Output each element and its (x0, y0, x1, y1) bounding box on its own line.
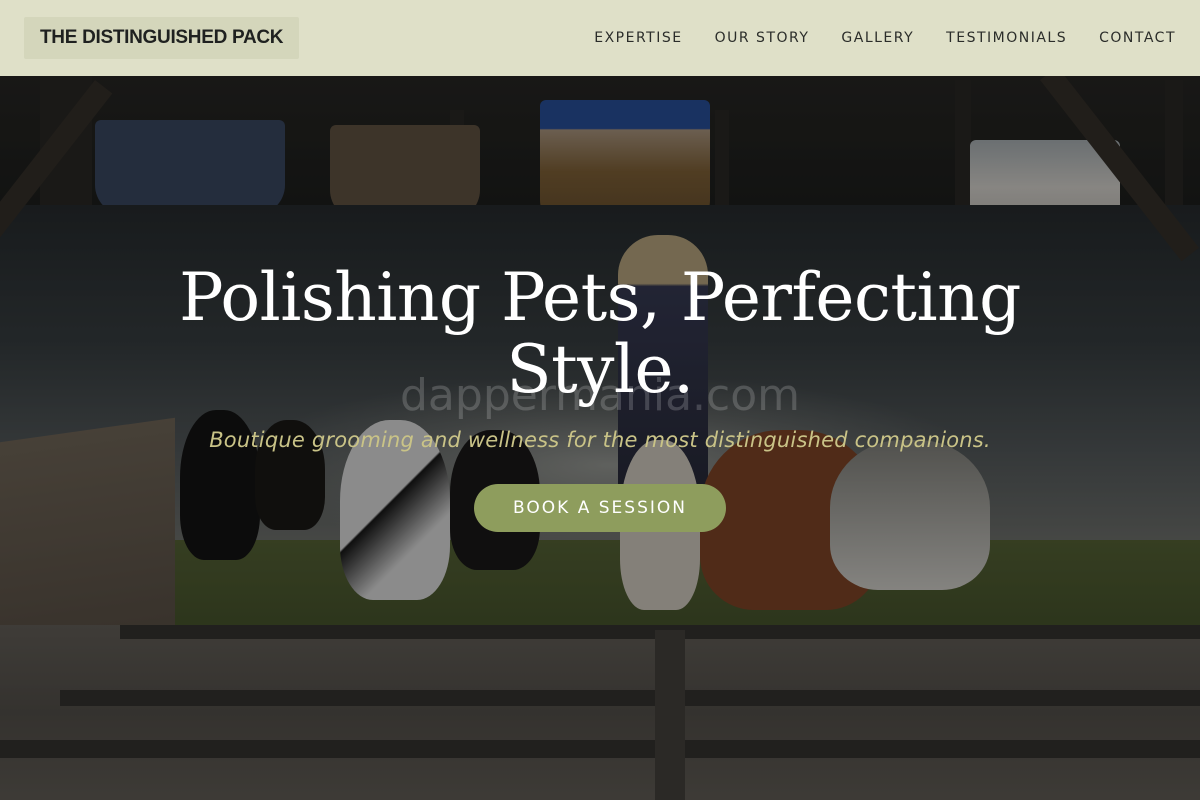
nav-link-our-story[interactable]: OUR STORY (715, 30, 810, 46)
hero-content: Polishing Pets, Perfecting Style. Boutiq… (0, 262, 1200, 532)
main-nav: EXPERTISE OUR STORY GALLERY TESTIMONIALS… (594, 30, 1176, 46)
book-session-button[interactable]: BOOK A SESSION (474, 484, 726, 532)
site-header: THE DISTINGUISHED PACK EXPERTISE OUR STO… (0, 0, 1200, 76)
nav-link-contact[interactable]: CONTACT (1099, 30, 1176, 46)
nav-link-gallery[interactable]: GALLERY (841, 30, 914, 46)
brand-logo[interactable]: THE DISTINGUISHED PACK (24, 17, 300, 59)
hero-title: Polishing Pets, Perfecting Style. (179, 259, 1021, 408)
nav-link-expertise[interactable]: EXPERTISE (594, 30, 682, 46)
hero-subtitle: Boutique grooming and wellness for the m… (209, 428, 991, 452)
nav-link-testimonials[interactable]: TESTIMONIALS (946, 30, 1067, 46)
